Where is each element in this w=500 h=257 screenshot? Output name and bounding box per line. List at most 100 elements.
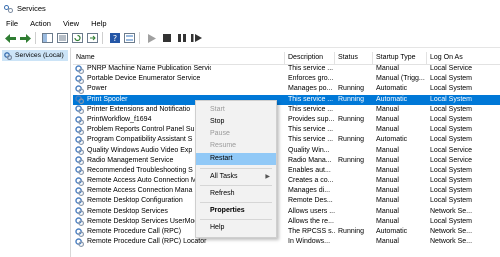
- service-log-on-as: Local Service: [430, 146, 473, 154]
- menu-stop[interactable]: Stop: [196, 116, 276, 128]
- table-row[interactable]: Quality Windows Audio Video Exp Quality W…: [73, 146, 500, 156]
- table-row[interactable]: Radio Management Service Radio Mana... Run…: [73, 156, 500, 166]
- column-description[interactable]: Description: [285, 52, 335, 64]
- column-name[interactable]: Name: [73, 52, 285, 64]
- table-row[interactable]: Print Spooler This service ... Running Auto…: [73, 94, 500, 105]
- service-description: Enables aut...: [288, 166, 331, 174]
- menu-view[interactable]: View: [57, 19, 85, 28]
- service-name: PNRP Machine Name Publication Service: [87, 65, 211, 72]
- menu-separator: [200, 202, 272, 203]
- menu-start[interactable]: Start: [196, 104, 276, 116]
- service-gear-icon: [75, 136, 84, 145]
- restart-service-icon[interactable]: [190, 32, 203, 45]
- menu-restart[interactable]: Restart: [196, 153, 276, 165]
- table-row[interactable]: Remote Access Connection Mana Manages di.…: [73, 186, 500, 196]
- table-row[interactable]: Remote Access Auto Connection M Creates a…: [73, 176, 500, 186]
- back-icon[interactable]: [4, 32, 17, 45]
- table-row[interactable]: PrintWorkflow_f1694 Provides sup... Runnin…: [73, 115, 500, 125]
- menu-bar: File Action View Help: [0, 17, 500, 29]
- service-description: Radio Mana...: [288, 156, 332, 164]
- table-row[interactable]: Remote Procedure Call (RPC) The RPCSS s..…: [73, 227, 500, 237]
- menu-help[interactable]: Help: [85, 19, 112, 28]
- export-list-icon[interactable]: [86, 32, 99, 45]
- service-name: Remote Procedure Call (RPC): [87, 228, 182, 235]
- service-gear-icon: [75, 146, 84, 156]
- service-name: Portable Device Enumerator Service: [87, 75, 201, 83]
- service-name-cell: PrintWorkflow_f1694: [75, 115, 211, 125]
- table-row[interactable]: Remote Desktop Services Allows users ... M…: [73, 207, 500, 217]
- service-name-cell: Problem Reports Control Panel Su: [75, 125, 211, 135]
- service-startup-type: Automatic: [376, 228, 408, 235]
- service-startup-type: Manual: [376, 65, 399, 72]
- service-log-on-as: Local System: [430, 187, 473, 195]
- menu-all-tasks[interactable]: All Tasks ▶: [196, 171, 276, 183]
- pause-service-icon[interactable]: [175, 32, 188, 45]
- context-menu: Start Stop Pause Resume Restart All Task…: [195, 100, 277, 238]
- service-status: Running: [338, 85, 365, 93]
- service-name: Radio Management Service: [87, 156, 174, 164]
- table-row[interactable]: Recommended Troubleshooting S Enables aut…: [73, 166, 500, 176]
- services-gear-icon: [4, 51, 12, 60]
- service-name: Remote Desktop Configuration: [87, 197, 183, 205]
- menu-help-item[interactable]: Help: [196, 222, 276, 234]
- table-row[interactable]: Program Compatibility Assistant S This se…: [73, 135, 500, 145]
- menu-file[interactable]: File: [0, 19, 24, 28]
- menu-properties[interactable]: Properties: [196, 205, 276, 217]
- service-name-cell: Program Compatibility Assistant S: [75, 135, 211, 145]
- menu-separator: [200, 168, 272, 169]
- service-description: This service ...: [288, 65, 334, 72]
- service-name: Problem Reports Control Panel Su: [87, 126, 195, 134]
- table-row[interactable]: Power Manages po... Running Automatic Local …: [73, 84, 500, 94]
- service-name-cell: Power: [75, 84, 211, 94]
- menu-pause[interactable]: Pause: [196, 128, 276, 140]
- column-status[interactable]: Status: [335, 52, 373, 64]
- refresh-icon[interactable]: [71, 32, 84, 45]
- table-row[interactable]: Printer Extensions and Notificatio This s…: [73, 105, 500, 115]
- table-row[interactable]: Problem Reports Control Panel Su This ser…: [73, 125, 500, 135]
- service-description: This service ...: [288, 126, 334, 134]
- service-name: Recommended Troubleshooting S: [87, 166, 193, 174]
- service-description: Allows users ...: [288, 207, 336, 215]
- service-startup-type: Automatic: [376, 85, 408, 93]
- window-title: Services: [17, 4, 46, 13]
- service-name-cell: PNRP Machine Name Publication Service: [75, 64, 211, 74]
- stop-service-icon[interactable]: [160, 32, 173, 45]
- service-log-on-as: Local Service: [430, 156, 473, 164]
- table-row[interactable]: PNRP Machine Name Publication Service Thi…: [73, 64, 500, 74]
- service-status: Running: [338, 95, 365, 103]
- service-startup-type: Manual (Trigg...: [376, 75, 425, 83]
- service-startup-type: Manual: [376, 156, 399, 164]
- services-list: PNRP Machine Name Publication Service Thi…: [73, 64, 500, 247]
- table-row[interactable]: Remote Procedure Call (RPC) Locator In Wi…: [73, 237, 500, 247]
- table-row[interactable]: Remote Desktop Services UserMode Port Re…: [73, 217, 500, 227]
- forward-icon[interactable]: [19, 32, 32, 45]
- menu-separator: [200, 219, 272, 220]
- service-name-cell: Printer Extensions and Notificatio: [75, 105, 211, 115]
- column-startup-type[interactable]: Startup Type: [373, 52, 427, 64]
- menu-refresh[interactable]: Refresh: [196, 188, 276, 200]
- service-startup-type: Manual: [376, 126, 399, 134]
- tree-item-label: Services (Local): [15, 52, 64, 59]
- table-row[interactable]: Portable Device Enumerator Service Enforc…: [73, 74, 500, 84]
- service-gear-icon: [75, 207, 84, 217]
- service-name: Remote Access Connection Mana: [87, 187, 193, 195]
- help-icon[interactable]: ?: [108, 32, 121, 45]
- service-name: PrintWorkflow_f1694: [87, 115, 152, 123]
- service-status: Running: [338, 115, 365, 123]
- start-service-icon[interactable]: [145, 32, 158, 45]
- service-log-on-as: Local System: [430, 177, 473, 185]
- tree-item-services-local[interactable]: Services (Local): [2, 50, 68, 61]
- console-tree: Services (Local): [0, 48, 71, 257]
- service-log-on-as: Local System: [430, 85, 473, 93]
- service-name: Remote Access Auto Connection M: [87, 177, 197, 185]
- service-description: Manages di...: [288, 187, 331, 195]
- menu-action[interactable]: Action: [24, 19, 57, 28]
- list-view-icon[interactable]: [123, 32, 136, 45]
- service-startup-type: Manual: [376, 217, 399, 225]
- menu-resume[interactable]: Resume: [196, 140, 276, 152]
- table-row[interactable]: Remote Desktop Configuration Remote Des..…: [73, 196, 500, 207]
- service-gear-icon: [75, 105, 84, 115]
- show-hide-console-tree-icon[interactable]: [41, 32, 54, 45]
- properties-sheet-icon[interactable]: [56, 32, 69, 45]
- column-log-on-as[interactable]: Log On As: [427, 52, 500, 64]
